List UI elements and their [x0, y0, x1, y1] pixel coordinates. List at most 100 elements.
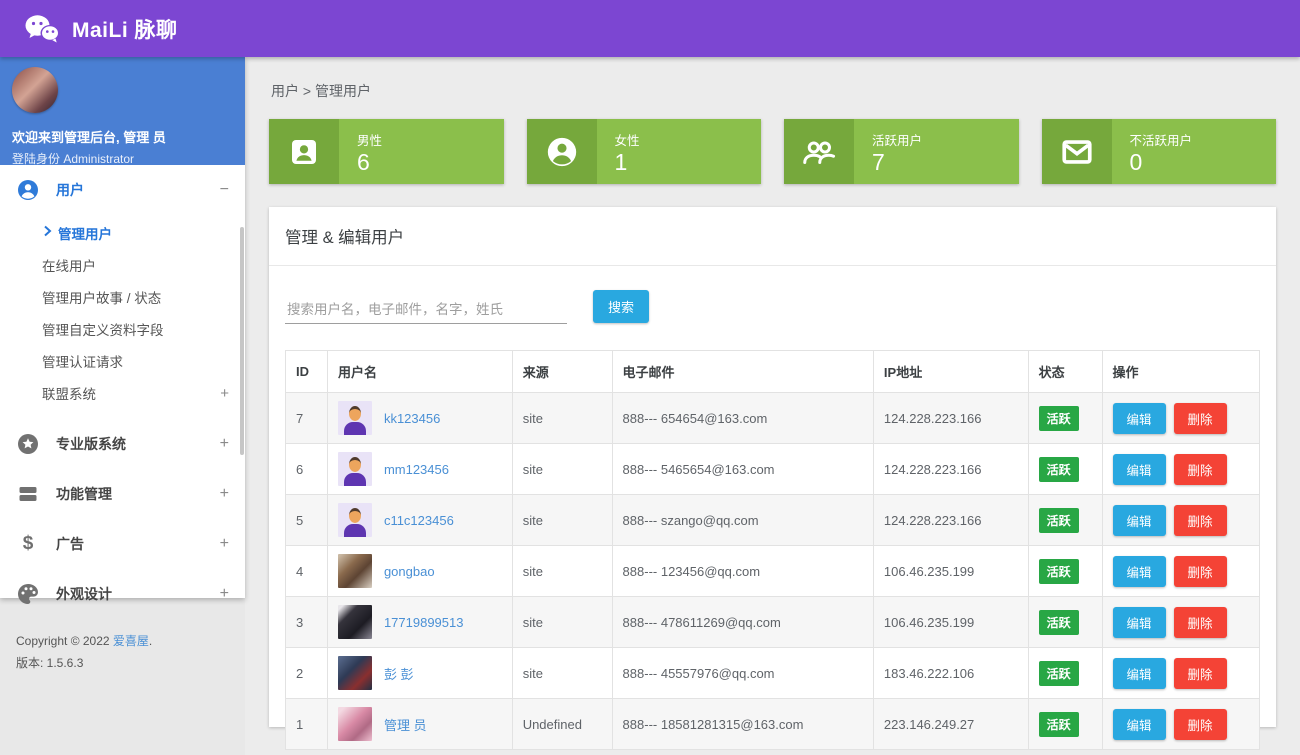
cell-ip: 223.146.249.27 — [873, 699, 1028, 750]
delete-button[interactable]: 删除 — [1174, 454, 1227, 485]
status-badge: 活跃 — [1039, 559, 1079, 584]
submenu-online-users[interactable]: 在线用户 — [0, 249, 245, 281]
cell-id: 1 — [286, 699, 328, 750]
cell-id: 2 — [286, 648, 328, 699]
submenu-label: 在线用户 — [42, 255, 96, 275]
username-link[interactable]: kk123456 — [384, 411, 440, 426]
sidebar-item-label: 功能管理 — [56, 484, 220, 504]
search-row: 搜索 — [269, 266, 1276, 330]
status-badge: 活跃 — [1039, 712, 1079, 737]
sidebar-item-label: 广告 — [56, 534, 220, 554]
cell-id: 3 — [286, 597, 328, 648]
female-user-icon — [527, 119, 597, 184]
submenu-affiliate-system[interactable]: 联盟系统 + — [0, 377, 245, 409]
edit-button[interactable]: 编辑 — [1113, 658, 1166, 689]
collapse-plus-icon[interactable]: + — [220, 486, 229, 502]
delete-button[interactable]: 删除 — [1174, 709, 1227, 740]
cell-source: site — [512, 546, 612, 597]
star-circle-icon — [16, 432, 40, 456]
edit-button[interactable]: 编辑 — [1113, 505, 1166, 536]
edit-button[interactable]: 编辑 — [1113, 556, 1166, 587]
collapse-plus-icon[interactable]: + — [220, 586, 229, 602]
cell-ip: 183.46.222.106 — [873, 648, 1028, 699]
copyright-link[interactable]: 爱喜屋 — [113, 634, 149, 648]
male-user-icon — [269, 119, 339, 184]
stat-value: 1 — [615, 149, 640, 177]
cell-id: 6 — [286, 444, 328, 495]
column-header-email: 电子邮件 — [612, 351, 873, 393]
column-header-source: 来源 — [512, 351, 612, 393]
delete-button[interactable]: 删除 — [1174, 658, 1227, 689]
collapse-plus-icon[interactable]: + — [220, 536, 229, 552]
sidebar-item-users[interactable]: 用户 − — [0, 165, 245, 215]
table-row: 3 17719899513 site 888--- 478611269@qq.c… — [286, 597, 1260, 648]
collapse-minus-icon[interactable]: − — [220, 182, 229, 198]
app-header: MaiLi 脉聊 — [0, 0, 1300, 57]
cell-email: 888--- 5465654@163.com — [612, 444, 873, 495]
edit-button[interactable]: 编辑 — [1113, 403, 1166, 434]
submenu-manage-users[interactable]: 管理用户 — [0, 217, 245, 249]
stat-label: 活跃用户 — [872, 130, 922, 149]
username-link[interactable]: c11c123456 — [384, 513, 454, 528]
user-avatar — [338, 452, 372, 486]
user-circle-icon — [16, 178, 40, 202]
edit-button[interactable]: 编辑 — [1113, 454, 1166, 485]
edit-button[interactable]: 编辑 — [1113, 607, 1166, 638]
app-logo: MaiLi 脉聊 — [24, 14, 178, 44]
sidebar: 欢迎来到管理后台, 管理 员 登陆身份 Administrator 用户 − 管… — [0, 57, 245, 598]
stat-label: 女性 — [615, 130, 640, 149]
stat-card-male: 男性 6 — [269, 119, 504, 184]
panel-title: 管理 & 编辑用户 — [269, 207, 1276, 266]
sidebar-item-ads[interactable]: $ 广告 + — [0, 519, 245, 569]
collapse-plus-icon[interactable]: + — [220, 385, 229, 402]
status-badge: 活跃 — [1039, 610, 1079, 635]
admin-avatar[interactable] — [12, 67, 58, 113]
users-submenu: 管理用户 在线用户 管理用户故事 / 状态 管理自定义资料字段 管理认证请求 联… — [0, 215, 245, 419]
stat-card-active-users: 活跃用户 7 — [784, 119, 1019, 184]
username-link[interactable]: gongbao — [384, 564, 435, 579]
user-avatar — [338, 605, 372, 639]
cell-email: 888--- 654654@163.com — [612, 393, 873, 444]
stat-value: 7 — [872, 149, 922, 177]
username-link[interactable]: 彭 彭 — [384, 664, 414, 683]
column-header-ip: IP地址 — [873, 351, 1028, 393]
cell-source: Undefined — [512, 699, 612, 750]
table-header-row: ID 用户名 来源 电子邮件 IP地址 状态 操作 — [286, 351, 1260, 393]
submenu-custom-fields[interactable]: 管理自定义资料字段 — [0, 313, 245, 345]
edit-button[interactable]: 编辑 — [1113, 709, 1166, 740]
delete-button[interactable]: 删除 — [1174, 556, 1227, 587]
search-input[interactable] — [285, 296, 567, 324]
delete-button[interactable]: 删除 — [1174, 505, 1227, 536]
delete-button[interactable]: 删除 — [1174, 607, 1227, 638]
column-header-user: 用户名 — [327, 351, 512, 393]
user-avatar — [338, 503, 372, 537]
submenu-verification-requests[interactable]: 管理认证请求 — [0, 345, 245, 377]
submenu-label: 管理认证请求 — [42, 351, 123, 371]
column-header-status: 状态 — [1028, 351, 1102, 393]
cell-email: 888--- 478611269@qq.com — [612, 597, 873, 648]
status-badge: 活跃 — [1039, 457, 1079, 482]
search-button[interactable]: 搜索 — [593, 290, 649, 323]
cell-email: 888--- 45557976@qq.com — [612, 648, 873, 699]
collapse-plus-icon[interactable]: + — [220, 436, 229, 452]
app-title: MaiLi 脉聊 — [72, 14, 178, 44]
status-badge: 活跃 — [1039, 661, 1079, 686]
users-table: ID 用户名 来源 电子邮件 IP地址 状态 操作 7 kk123456 sit… — [285, 350, 1260, 750]
sidebar-scrollbar[interactable] — [240, 227, 244, 455]
manage-users-panel: 管理 & 编辑用户 搜索 ID 用户名 来源 电子邮件 IP地址 状态 操作 7 — [269, 207, 1276, 727]
status-badge: 活跃 — [1039, 508, 1079, 533]
sidebar-item-pro-system[interactable]: 专业版系统 + — [0, 419, 245, 469]
sidebar-item-features[interactable]: 功能管理 + — [0, 469, 245, 519]
delete-button[interactable]: 删除 — [1174, 403, 1227, 434]
breadcrumb: 用户 > 管理用户 — [271, 81, 1276, 101]
username-link[interactable]: 管理 员 — [384, 715, 427, 734]
cell-ip: 124.228.223.166 — [873, 393, 1028, 444]
cell-ip: 106.46.235.199 — [873, 546, 1028, 597]
user-avatar — [338, 554, 372, 588]
sidebar-item-appearance[interactable]: 外观设计 + — [0, 569, 245, 619]
submenu-user-stories[interactable]: 管理用户故事 / 状态 — [0, 281, 245, 313]
username-link[interactable]: 17719899513 — [384, 615, 464, 630]
cell-source: site — [512, 444, 612, 495]
username-link[interactable]: mm123456 — [384, 462, 449, 477]
stat-cards: 男性 6 女性 1 — [269, 119, 1276, 184]
